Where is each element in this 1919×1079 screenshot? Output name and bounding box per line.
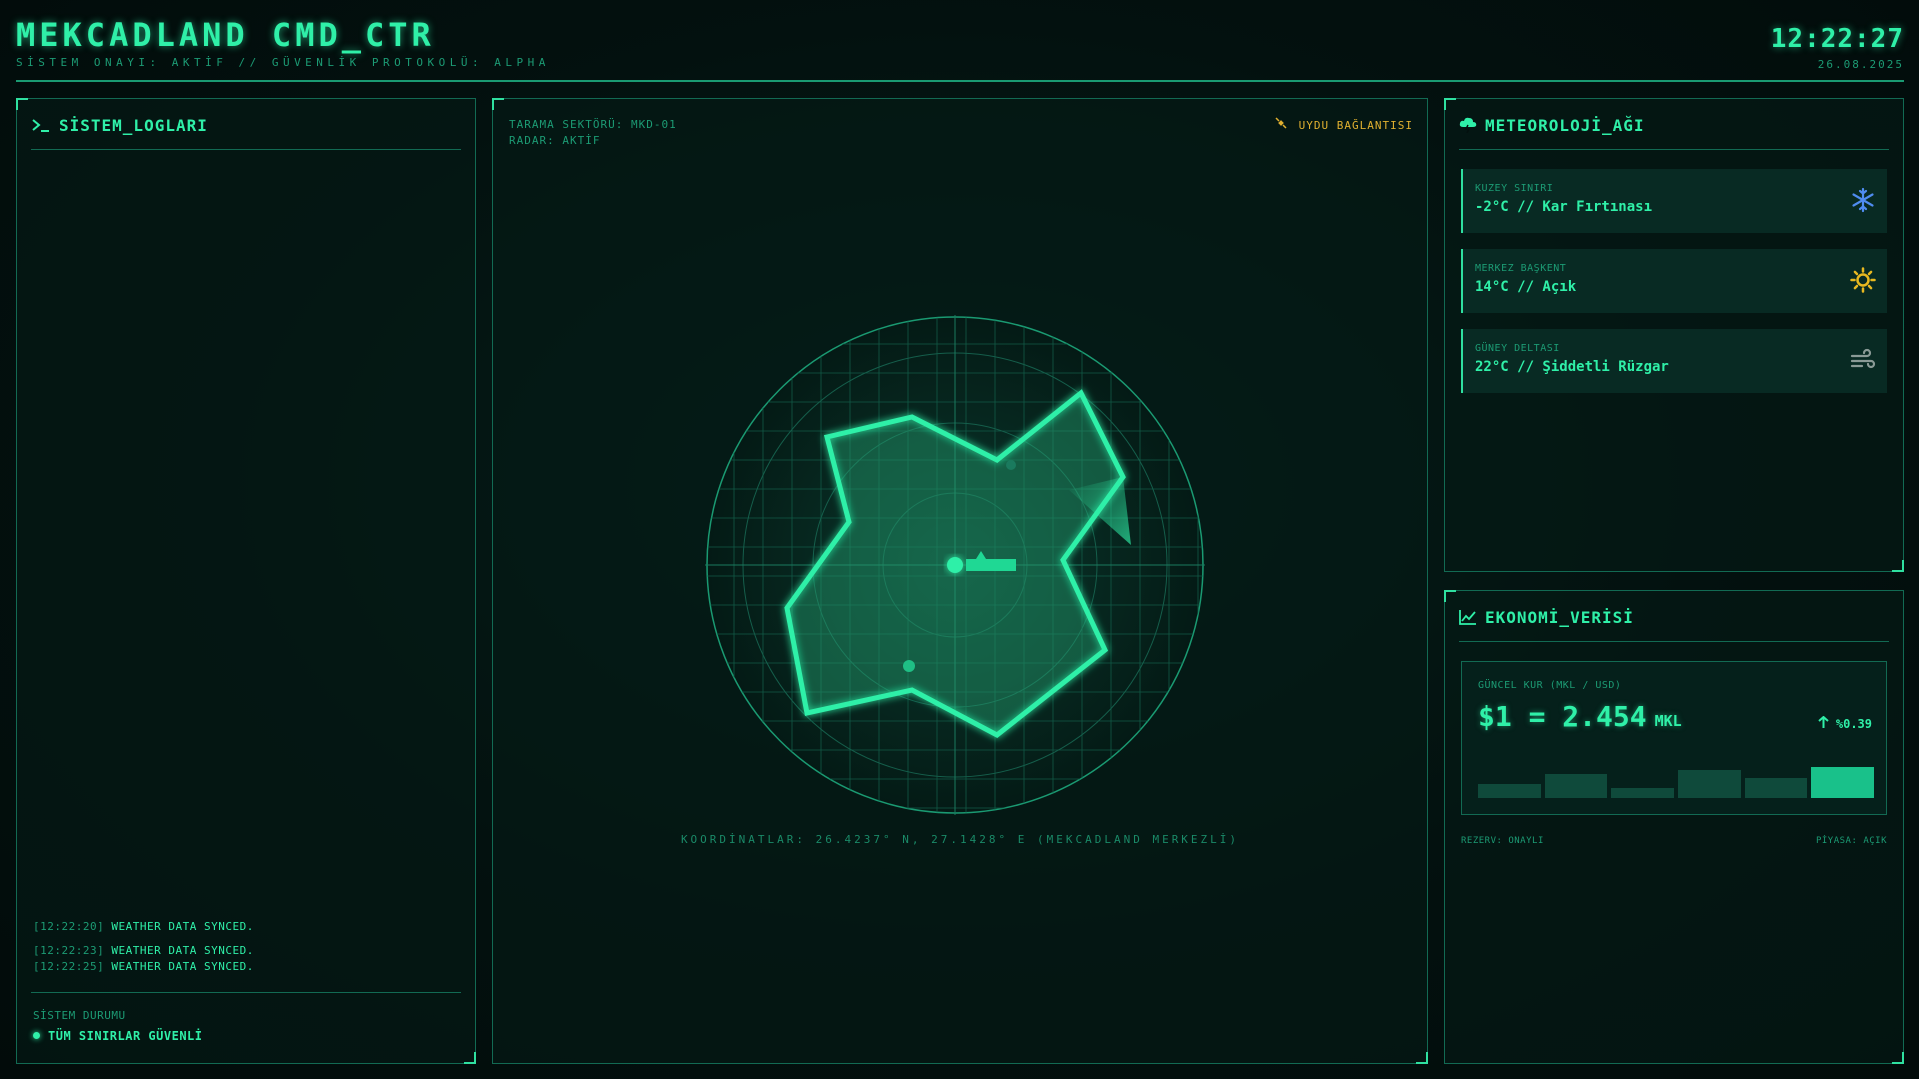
weather-card-capital[interactable]: MERKEZ BAŞKENT 14°C // Açık xyxy=(1461,249,1887,313)
satellite-link[interactable]: UYDU BAĞLANTISI xyxy=(1275,117,1413,132)
weather-card-value: -2°C // Kar Fırtınası xyxy=(1475,199,1653,215)
market-status: PİYASA: AÇIK xyxy=(1815,836,1887,846)
log-entry: [12:22:20] WEATHER DATA SYNCED. xyxy=(33,919,459,935)
log-list: [12:22:20] WEATHER DATA SYNCED. [12:22:2… xyxy=(33,919,459,975)
capital-marker xyxy=(947,557,963,573)
log-entry: [12:22:25] WEATHER DATA SYNCED. xyxy=(33,959,459,975)
weather-card-value: 22°C // Şiddetli Rüzgar xyxy=(1475,359,1669,375)
satellite-label: UYDU BAĞLANTISI xyxy=(1298,119,1413,132)
logs-title-text: SİSTEM_LOGLARI xyxy=(59,116,208,135)
weather-title-text: METEOROLOJİ_AĞI xyxy=(1485,116,1645,135)
scan-info: TARAMA SEKTÖRÜ: MKD-01 RADAR: AKTİF xyxy=(509,117,677,149)
weather-panel-title: METEOROLOJİ_AĞI xyxy=(1459,117,1889,150)
log-message: WEATHER DATA SYNCED. xyxy=(111,960,254,973)
system-subtitle: SİSTEM ONAYI: AKTİF // GÜVENLİK PROTOKOL… xyxy=(16,56,550,69)
snowflake-icon xyxy=(1849,187,1877,215)
log-time: [12:22:25] xyxy=(33,960,105,973)
log-entry: [12:22:23] WEATHER DATA SYNCED. xyxy=(33,943,459,959)
rate-unit: MKL xyxy=(1654,712,1682,730)
rate-change: %0.39 xyxy=(1817,715,1872,731)
coordinates-readout: KOORDİNATLAR: 26.4237° N, 27.1428° E (ME… xyxy=(680,833,1240,846)
trend-bar xyxy=(1544,774,1608,798)
header: MEKCADLAND CMD_CTR SİSTEM ONAYI: AKTİF /… xyxy=(16,14,1904,82)
divider xyxy=(31,992,461,993)
rate-value: $1 = 2.454 MKL xyxy=(1478,700,1682,733)
weather-card-label: GÜNEY DELTASI xyxy=(1475,343,1560,354)
app-title: MEKCADLAND CMD_CTR xyxy=(16,16,435,54)
status-text: TÜM SINIRLAR GÜVENLİ xyxy=(48,1029,203,1043)
radar-panel: TARAMA SEKTÖRÜ: MKD-01 RADAR: AKTİF UYDU… xyxy=(492,98,1428,1064)
cloud-lightning-icon xyxy=(1459,117,1477,137)
weather-panel: METEOROLOJİ_AĞI KUZEY SINIRI -2°C // Kar… xyxy=(1444,98,1904,572)
arrow-up-icon xyxy=(1817,715,1836,731)
date: 26.08.2025 xyxy=(1817,58,1904,71)
exchange-rate-card[interactable]: GÜNCEL KUR (MKL / USD) $1 = 2.454 MKL %0.… xyxy=(1461,661,1887,815)
wind-icon xyxy=(1849,347,1877,375)
system-status-label: SİSTEM DURUMU xyxy=(33,1009,126,1022)
weather-card-south[interactable]: GÜNEY DELTASI 22°C // Şiddetli Rüzgar xyxy=(1461,329,1887,393)
satellite-icon xyxy=(1275,117,1295,132)
terminal-icon xyxy=(31,117,51,137)
logs-panel-title: SİSTEM_LOGLARI xyxy=(31,117,461,150)
rate-label: GÜNCEL KUR (MKL / USD) xyxy=(1478,680,1622,691)
radar-svg xyxy=(705,315,1205,815)
weather-card-north[interactable]: KUZEY SINIRI -2°C // Kar Fırtınası xyxy=(1461,169,1887,233)
radar-blip xyxy=(1006,460,1016,470)
weather-card-label: KUZEY SINIRI xyxy=(1475,183,1554,194)
log-message: WEATHER DATA SYNCED. xyxy=(111,920,254,933)
chart-line-icon xyxy=(1459,609,1477,629)
radar-display[interactable] xyxy=(705,315,1205,815)
radar-status-label: RADAR: AKTİF xyxy=(509,134,601,147)
trend-bar xyxy=(1811,766,1874,798)
system-logs-panel: SİSTEM_LOGLARI [12:22:20] WEATHER DATA S… xyxy=(16,98,476,1064)
trend-bars xyxy=(1478,758,1874,798)
trend-bar xyxy=(1678,770,1741,798)
scan-sector-label: TARAMA SEKTÖRÜ: MKD-01 xyxy=(509,118,677,131)
weather-card-value: 14°C // Açık xyxy=(1475,279,1577,295)
economy-panel-title: EKONOMİ_VERİSİ xyxy=(1459,609,1889,642)
rate-number: $1 = 2.454 xyxy=(1478,700,1647,733)
log-message: WEATHER DATA SYNCED. xyxy=(111,944,254,957)
sun-icon xyxy=(1849,267,1877,295)
system-status-value: TÜM SINIRLAR GÜVENLİ xyxy=(33,1029,203,1043)
trend-bar xyxy=(1744,778,1808,798)
clock: 12:22:27 xyxy=(1770,24,1904,54)
status-dot-icon xyxy=(33,1032,40,1039)
rate-change-value: %0.39 xyxy=(1835,717,1872,731)
trend-bar xyxy=(1478,784,1541,798)
economy-title-text: EKONOMİ_VERİSİ xyxy=(1485,608,1634,627)
log-time: [12:22:20] xyxy=(33,920,105,933)
command-center-page: MEKCADLAND CMD_CTR SİSTEM ONAYI: AKTİF /… xyxy=(0,0,1919,1079)
trend-bar xyxy=(1611,788,1674,798)
radar-blip xyxy=(903,660,915,672)
economy-panel: EKONOMİ_VERİSİ GÜNCEL KUR (MKL / USD) $1… xyxy=(1444,590,1904,1064)
log-time: [12:22:23] xyxy=(33,944,105,957)
reserve-status: REZERV: ONAYLI xyxy=(1461,836,1544,846)
capital-label-bar xyxy=(966,559,1016,571)
weather-card-label: MERKEZ BAŞKENT xyxy=(1475,263,1567,274)
